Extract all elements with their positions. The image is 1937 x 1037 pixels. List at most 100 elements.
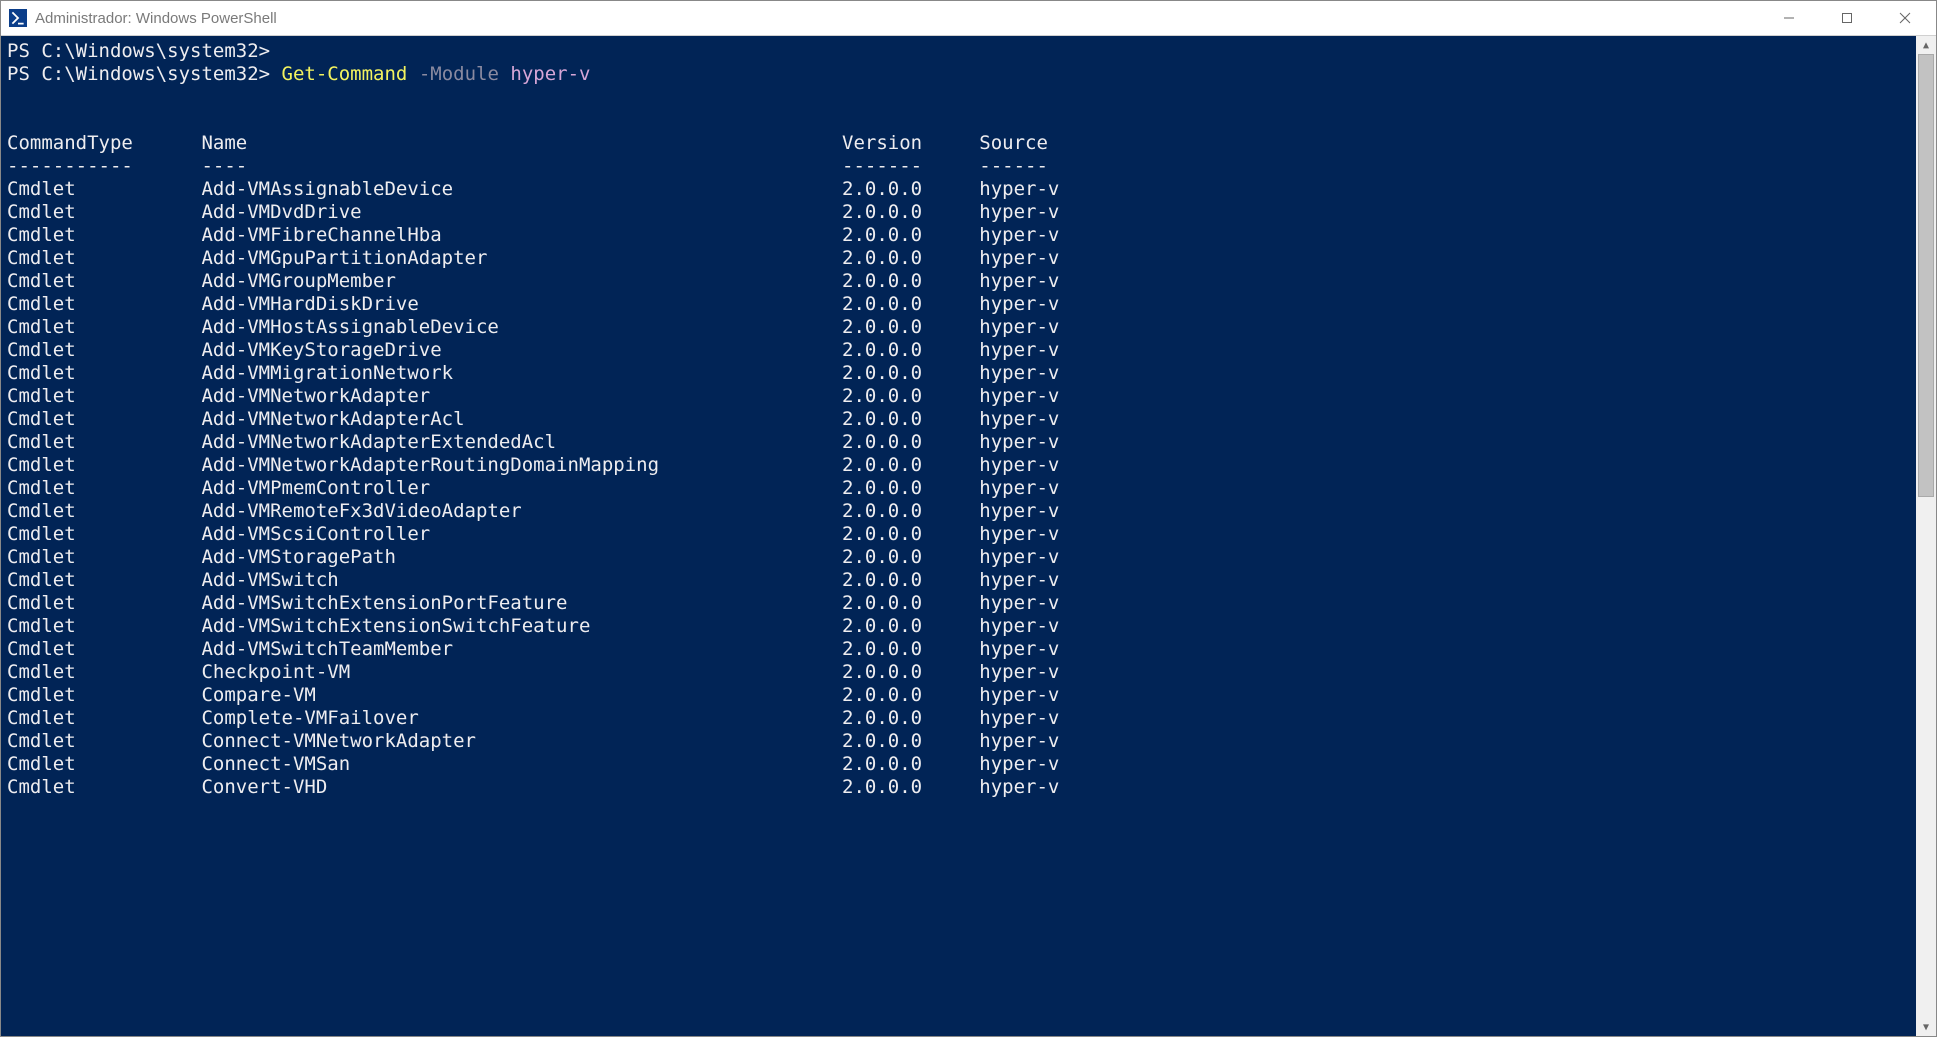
- cell-name: Complete-VMFailover: [201, 707, 842, 730]
- cell-source: hyper-v: [979, 339, 1059, 362]
- cell-version: 2.0.0.0: [842, 500, 979, 523]
- cell-version: 2.0.0.0: [842, 615, 979, 638]
- column-header-name: Name: [201, 132, 842, 155]
- cell-commandtype: Cmdlet: [7, 707, 201, 730]
- output-row: CmdletConnect-VMSan2.0.0.0hyper-v: [7, 753, 1910, 776]
- cell-source: hyper-v: [979, 385, 1059, 408]
- cell-source: hyper-v: [979, 247, 1059, 270]
- cell-commandtype: Cmdlet: [7, 224, 201, 247]
- cell-version: 2.0.0.0: [842, 730, 979, 753]
- cell-name: Connect-VMNetworkAdapter: [201, 730, 842, 753]
- cell-commandtype: Cmdlet: [7, 776, 201, 799]
- cell-commandtype: Cmdlet: [7, 569, 201, 592]
- cell-version: 2.0.0.0: [842, 707, 979, 730]
- cell-version: 2.0.0.0: [842, 684, 979, 707]
- cell-version: 2.0.0.0: [842, 546, 979, 569]
- command-flag: -Module: [419, 63, 499, 85]
- cell-source: hyper-v: [979, 362, 1059, 385]
- maximize-button[interactable]: [1818, 1, 1876, 35]
- cell-commandtype: Cmdlet: [7, 293, 201, 316]
- powershell-window: Administrador: Windows PowerShell PS C:\…: [0, 0, 1937, 1037]
- cell-version: 2.0.0.0: [842, 661, 979, 684]
- output-row: CmdletAdd-VMHardDiskDrive2.0.0.0hyper-v: [7, 293, 1910, 316]
- cell-source: hyper-v: [979, 224, 1059, 247]
- prompt-text: PS C:\Windows\system32>: [7, 40, 270, 62]
- cell-commandtype: Cmdlet: [7, 661, 201, 684]
- output-row: CmdletAdd-VMNetworkAdapterAcl2.0.0.0hype…: [7, 408, 1910, 431]
- powershell-icon: [9, 9, 27, 27]
- cell-commandtype: Cmdlet: [7, 638, 201, 661]
- output-row: CmdletAdd-VMFibreChannelHba2.0.0.0hyper-…: [7, 224, 1910, 247]
- cell-name: Add-VMNetworkAdapterRoutingDomainMapping: [201, 454, 842, 477]
- titlebar[interactable]: Administrador: Windows PowerShell: [1, 1, 1936, 35]
- cell-source: hyper-v: [979, 730, 1059, 753]
- cell-source: hyper-v: [979, 707, 1059, 730]
- cell-version: 2.0.0.0: [842, 431, 979, 454]
- cell-name: Add-VMHostAssignableDevice: [201, 316, 842, 339]
- cell-commandtype: Cmdlet: [7, 615, 201, 638]
- column-divider-type: -----------: [7, 155, 201, 178]
- cell-name: Add-VMRemoteFx3dVideoAdapter: [201, 500, 842, 523]
- cell-source: hyper-v: [979, 293, 1059, 316]
- output-row: CmdletAdd-VMRemoteFx3dVideoAdapter2.0.0.…: [7, 500, 1910, 523]
- cell-version: 2.0.0.0: [842, 224, 979, 247]
- output-row: CmdletComplete-VMFailover2.0.0.0hyper-v: [7, 707, 1910, 730]
- cell-version: 2.0.0.0: [842, 523, 979, 546]
- column-header-version: Version: [842, 132, 979, 155]
- cell-name: Add-VMNetworkAdapterAcl: [201, 408, 842, 431]
- cell-version: 2.0.0.0: [842, 270, 979, 293]
- cell-version: 2.0.0.0: [842, 454, 979, 477]
- minimize-button[interactable]: [1760, 1, 1818, 35]
- cell-source: hyper-v: [979, 454, 1059, 477]
- cell-commandtype: Cmdlet: [7, 178, 201, 201]
- cell-commandtype: Cmdlet: [7, 201, 201, 224]
- scroll-up-arrow-icon[interactable]: ▲: [1916, 36, 1936, 54]
- output-row: CmdletAdd-VMNetworkAdapter2.0.0.0hyper-v: [7, 385, 1910, 408]
- terminal-output[interactable]: PS C:\Windows\system32>PS C:\Windows\sys…: [1, 36, 1916, 1036]
- cell-version: 2.0.0.0: [842, 339, 979, 362]
- command-name: Get-Command: [282, 63, 408, 85]
- output-divider-row: ----------------------------: [7, 155, 1910, 178]
- cell-version: 2.0.0.0: [842, 592, 979, 615]
- output-row: CmdletAdd-VMDvdDrive2.0.0.0hyper-v: [7, 201, 1910, 224]
- cell-commandtype: Cmdlet: [7, 431, 201, 454]
- cell-commandtype: Cmdlet: [7, 385, 201, 408]
- cell-source: hyper-v: [979, 661, 1059, 684]
- cell-commandtype: Cmdlet: [7, 500, 201, 523]
- cell-commandtype: Cmdlet: [7, 454, 201, 477]
- output-row: CmdletAdd-VMScsiController2.0.0.0hyper-v: [7, 523, 1910, 546]
- close-button[interactable]: [1876, 1, 1934, 35]
- scroll-down-arrow-icon[interactable]: ▼: [1916, 1018, 1936, 1036]
- cell-source: hyper-v: [979, 684, 1059, 707]
- cell-version: 2.0.0.0: [842, 477, 979, 500]
- output-row: CmdletAdd-VMGpuPartitionAdapter2.0.0.0hy…: [7, 247, 1910, 270]
- cell-name: Add-VMHardDiskDrive: [201, 293, 842, 316]
- cell-version: 2.0.0.0: [842, 293, 979, 316]
- prompt-text: PS C:\Windows\system32>: [7, 63, 282, 85]
- cell-version: 2.0.0.0: [842, 569, 979, 592]
- scroll-track[interactable]: [1918, 54, 1934, 1018]
- vertical-scrollbar[interactable]: ▲ ▼: [1916, 36, 1936, 1036]
- cell-source: hyper-v: [979, 569, 1059, 592]
- cell-commandtype: Cmdlet: [7, 592, 201, 615]
- cell-version: 2.0.0.0: [842, 201, 979, 224]
- cell-commandtype: Cmdlet: [7, 684, 201, 707]
- cell-name: Add-VMGroupMember: [201, 270, 842, 293]
- cell-source: hyper-v: [979, 178, 1059, 201]
- cell-version: 2.0.0.0: [842, 408, 979, 431]
- client-area: PS C:\Windows\system32>PS C:\Windows\sys…: [1, 35, 1936, 1036]
- cell-commandtype: Cmdlet: [7, 270, 201, 293]
- output-row: CmdletConnect-VMNetworkAdapter2.0.0.0hyp…: [7, 730, 1910, 753]
- prompt-line: PS C:\Windows\system32>: [7, 40, 1910, 63]
- cell-name: Add-VMSwitchTeamMember: [201, 638, 842, 661]
- scroll-thumb[interactable]: [1918, 54, 1934, 497]
- cell-source: hyper-v: [979, 201, 1059, 224]
- cell-commandtype: Cmdlet: [7, 339, 201, 362]
- cell-name: Add-VMSwitchExtensionPortFeature: [201, 592, 842, 615]
- cell-source: hyper-v: [979, 592, 1059, 615]
- output-row: CmdletAdd-VMStoragePath2.0.0.0hyper-v: [7, 546, 1910, 569]
- cell-source: hyper-v: [979, 638, 1059, 661]
- cell-name: Checkpoint-VM: [201, 661, 842, 684]
- cell-name: Add-VMPmemController: [201, 477, 842, 500]
- cell-name: Compare-VM: [201, 684, 842, 707]
